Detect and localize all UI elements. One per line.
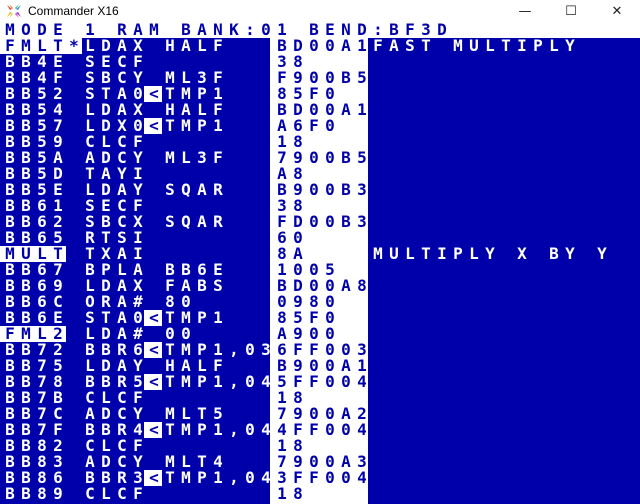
maximize-button[interactable]: ☐: [548, 0, 594, 22]
zero-page-indicator: <: [144, 118, 162, 134]
row-hex-bytes: 3FF004: [277, 468, 367, 487]
listing-row[interactable]: BB7CADCYMLT57900A2: [0, 406, 640, 422]
window-controls: — ☐ ✕: [502, 0, 640, 22]
listing-row[interactable]: B B 7 F B B R 4 < T M P 1, 0 4 4 F F 0 0 4: [0, 422, 640, 438]
listing-row[interactable]: BB75LDAYHALFB900A1: [0, 358, 640, 374]
commander-x16-logo-icon: [6, 3, 22, 19]
listing-row[interactable]: F M L 2 L D A #0 0 A 9 0 0: [0, 326, 640, 342]
listing-row[interactable]: BB65RTSI60: [0, 230, 640, 246]
zero-page-indicator: <: [144, 422, 162, 438]
listing-row[interactable]: B B 6 E S T A 0 < T M P 1 8 5 F 0: [0, 310, 640, 326]
listing-row[interactable]: BB83ADCYMLT47900A3: [0, 454, 640, 470]
row-operand: SQAR: [165, 212, 223, 231]
status-line: MODE 1 RAM BANK:01 BEND:BF3D: [0, 22, 640, 38]
listing-row[interactable]: BB4ESECF38: [0, 54, 640, 70]
window-title: Commander X16: [28, 4, 119, 18]
row-hex-bytes: BD00A8: [277, 276, 367, 295]
zero-page-indicator: <: [144, 342, 162, 358]
zero-page-indicator: <: [144, 374, 162, 390]
row-operand: TMP1,04: [165, 372, 271, 391]
row-operand: ML3F: [165, 148, 223, 167]
listing-row[interactable]: BB61SECF38: [0, 198, 640, 214]
listing-row[interactable]: B B 7 8 B B R 5 < T M P 1, 0 4 5 F F 0 0 4: [0, 374, 640, 390]
row-hex-bytes: 18: [277, 484, 303, 503]
listing-row[interactable]: BB69LDAXFABSBD00A8: [0, 278, 640, 294]
listing-row[interactable]: BB7BCLCF18: [0, 390, 640, 406]
row-hex-bytes: F900B5: [277, 68, 367, 87]
listing-row[interactable]: B B 5 7 L D X 0 < T M P 1 A 6 F 0: [0, 118, 640, 134]
listing-row[interactable]: BB5AADCYML3F7900B5: [0, 150, 640, 166]
zero-page-indicator: <: [144, 310, 162, 326]
close-button[interactable]: ✕: [594, 0, 640, 22]
row-operand: TMP1,04: [165, 420, 271, 439]
listing-row[interactable]: BB62SBCXSQARFD00B3: [0, 214, 640, 230]
listing-row[interactable]: B B 7 2 B B R 6 < T M P 1, 0 3 6 F F 0 0 3: [0, 342, 640, 358]
listing-row[interactable]: BB67BPLABB6E1005: [0, 262, 640, 278]
listing-row[interactable]: MULTTXAI8AMULTIPLY X BY Y: [0, 246, 640, 262]
emulator-screen[interactable]: MODE 1 RAM BANK:01 BEND:BF3D F M L T * L D A X H A…: [0, 22, 640, 504]
listing-row[interactable]: BB82CLCF18: [0, 438, 640, 454]
listing-row[interactable]: BB59CLCF18: [0, 134, 640, 150]
row-comment: FAST MULTIPLY: [373, 36, 575, 55]
row-hex-bytes: BD00A1: [277, 100, 367, 119]
row-hex-bytes: 6FF003: [277, 340, 367, 359]
listing-row[interactable]: BB5ELDAYSQARB900B3: [0, 182, 640, 198]
row-hex-bytes: BD00A1: [277, 36, 367, 55]
zero-page-indicator: <: [144, 470, 162, 486]
listing-row[interactable]: B B 6 C O R A #8 0 0 9 8 0: [0, 294, 640, 310]
listing-row[interactable]: BB5DTAYIA8: [0, 166, 640, 182]
row-hex-bytes: 7900B5: [277, 148, 367, 167]
row-hex-bytes: 7900A3: [277, 452, 367, 471]
row-comment: MULTIPLY X BY Y: [373, 244, 607, 263]
entry-marker: *: [64, 38, 82, 54]
row-hex-bytes: 5FF004: [277, 372, 367, 391]
row-hex-bytes: 7900A2: [277, 404, 367, 423]
minimize-button[interactable]: —: [502, 0, 548, 22]
row-operand: HALF: [165, 36, 223, 55]
row-operand: TMP1: [165, 116, 223, 135]
listing-row[interactable]: BB89 CLCF 18: [0, 486, 640, 502]
row-operand: TMP1,04: [165, 468, 271, 487]
row-hex-bytes: FD00B3: [277, 212, 367, 231]
listing-row[interactable]: B B 8 6 B B R 3 < T M P 1, 0 4 3 F F 0 0 4: [0, 470, 640, 486]
listing-row[interactable]: B B 5 2 S T A 0 < T M P 1 8 5 F 0: [0, 86, 640, 102]
row-hex-bytes: B900A1: [277, 356, 367, 375]
listing-row[interactable]: BB4FSBCYML3FF900B5: [0, 70, 640, 86]
window-titlebar: Commander X16 — ☐ ✕: [0, 0, 640, 22]
listing-row[interactable]: F M L T * L D A X H A L F B D 0 0 A 1 F A S T MULTIPLY: [0, 38, 640, 54]
listing-row[interactable]: BB54LDAXHALFBD00A1: [0, 102, 640, 118]
row-hex-bytes: 4FF004: [277, 420, 367, 439]
row-label: BB89: [5, 484, 63, 503]
row-operand: SQAR: [165, 180, 223, 199]
zero-page-indicator: <: [144, 86, 162, 102]
row-opcode: CLCF: [85, 484, 143, 503]
row-hex-bytes: B900B3: [277, 180, 367, 199]
